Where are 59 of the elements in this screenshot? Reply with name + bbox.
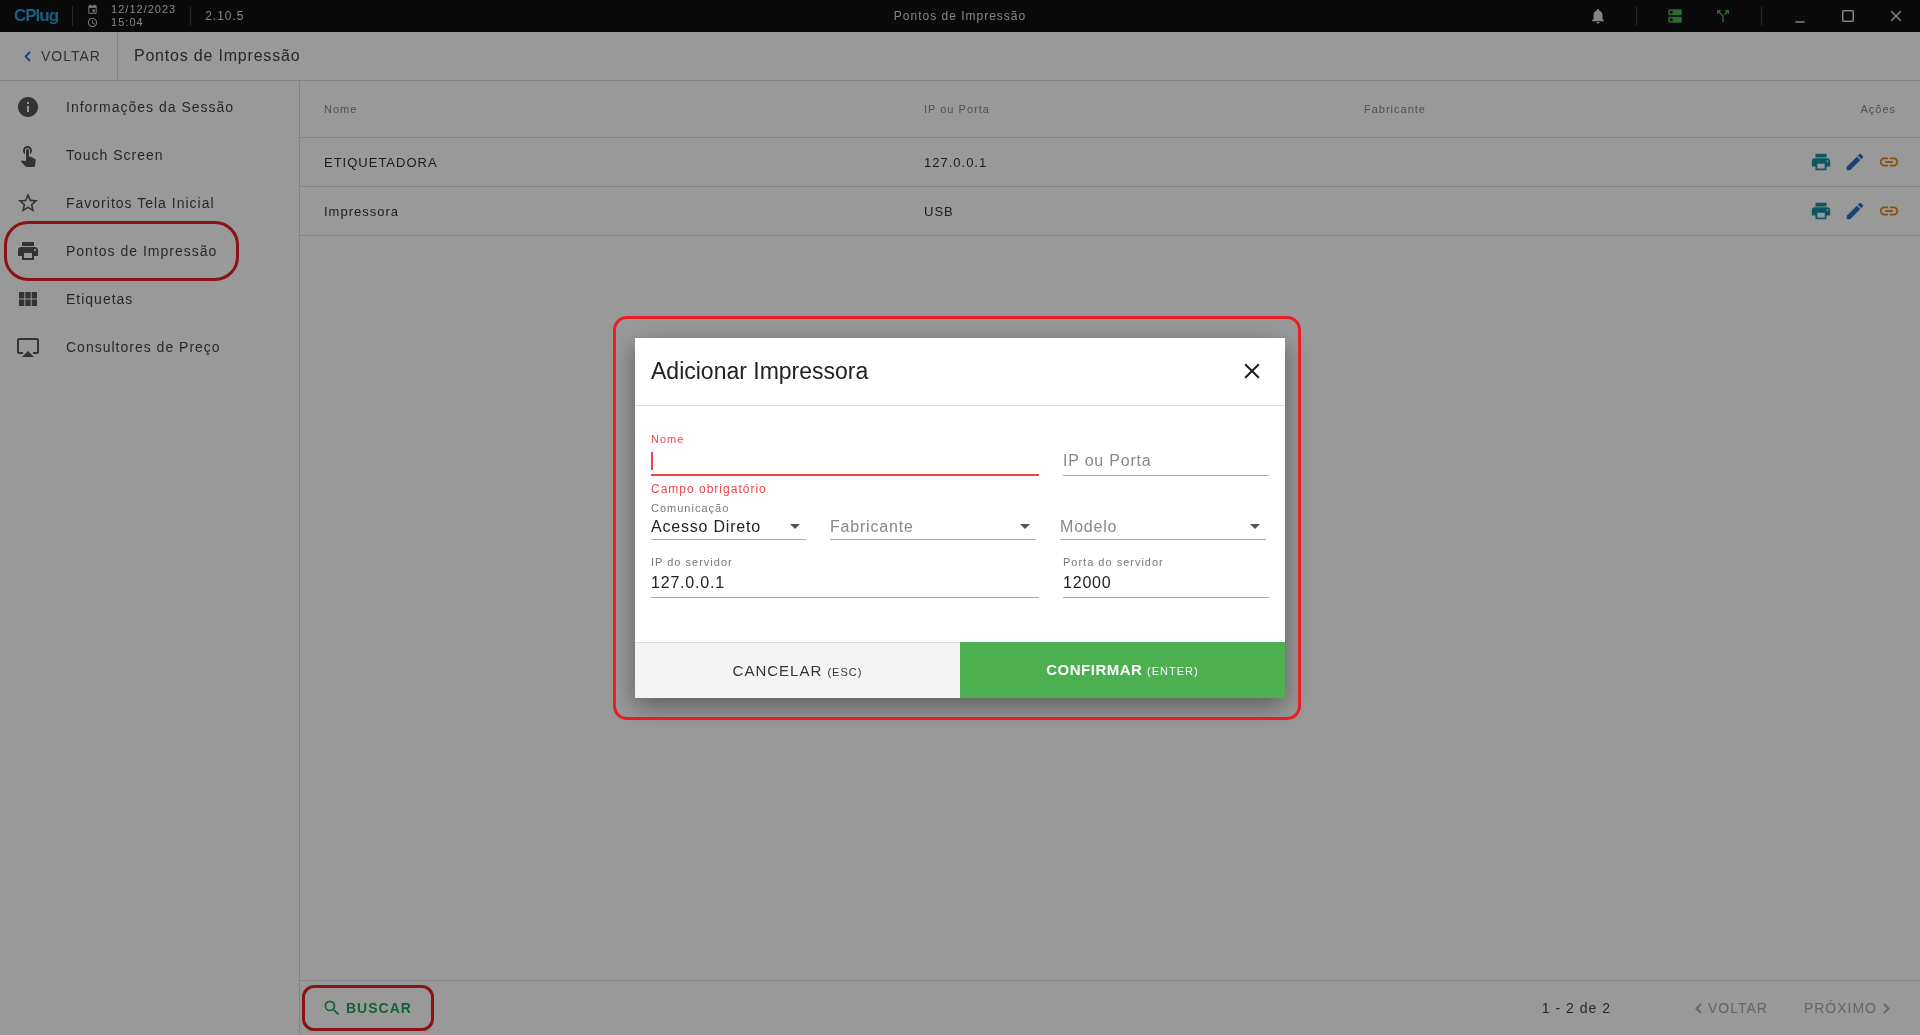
- print-icon[interactable]: [1810, 151, 1832, 173]
- caret-icon: [1020, 524, 1030, 529]
- dropdown-field[interactable]: Comunicação Acesso Direto: [651, 495, 806, 540]
- caret-icon: [790, 524, 800, 529]
- field-label: IP do servidor: [651, 555, 734, 568]
- sidebar-label: Favoritos Tela Inicial: [66, 195, 215, 211]
- back-button[interactable]: VOLTAR: [0, 32, 118, 80]
- printer-icon: [16, 239, 40, 263]
- sidebar-item[interactable]: Consultores de Preço: [0, 323, 299, 371]
- print-icon[interactable]: [1810, 200, 1832, 222]
- sidebar-item[interactable]: Favoritos Tela Inicial: [0, 179, 299, 227]
- chevron-left-icon: [24, 50, 31, 62]
- pagination-range: 1 - 2 de 2: [1541, 1000, 1611, 1016]
- field-label: Nome: [651, 432, 686, 445]
- star-icon: [16, 191, 40, 215]
- info-icon: [16, 95, 40, 119]
- table-cell: 127.0.0.1: [900, 138, 1340, 187]
- column-header: Ações: [1760, 81, 1920, 138]
- dropdown-field[interactable]: Modelo: [1060, 495, 1266, 540]
- ip-field[interactable]: IP ou Porta: [1063, 449, 1269, 476]
- server-port-field[interactable]: 12000: [1063, 571, 1269, 598]
- dialog-title: Adicionar Impressora: [651, 357, 869, 385]
- screen-icon: [16, 335, 40, 359]
- dropdown-field[interactable]: Fabricante: [830, 495, 1036, 540]
- table-cell: Impressora: [300, 187, 900, 236]
- column-header: IP ou Porta: [900, 81, 1340, 138]
- sidebar-label: Consultores de Preço: [66, 339, 221, 355]
- sidebar-item[interactable]: Touch Screen: [0, 131, 299, 179]
- caret-icon: [1250, 524, 1260, 529]
- sidebar-label: Pontos de Impressão: [66, 243, 218, 259]
- sidebar-label: Informações da Sessão: [66, 99, 235, 115]
- app-logo: CPlug: [14, 6, 59, 26]
- table-cell: ETIQUETADORA: [300, 138, 900, 187]
- server-ip-field[interactable]: 127.0.0.1: [651, 571, 1039, 598]
- calendar-icon: [87, 4, 99, 15]
- chevron-right-icon: [1883, 1002, 1890, 1014]
- edit-icon[interactable]: [1844, 151, 1866, 173]
- sidebar-label: Touch Screen: [66, 147, 164, 163]
- search-icon: [322, 998, 342, 1018]
- chevron-left-icon: [1694, 1002, 1702, 1014]
- column-header: Fabricante: [1340, 81, 1760, 138]
- window-title: Pontos de Impressão: [893, 9, 1027, 23]
- page-title: Pontos de Impressão: [133, 47, 301, 65]
- clock-icon: [87, 17, 99, 28]
- text-cursor: [651, 451, 653, 470]
- edit-icon[interactable]: [1844, 200, 1866, 222]
- cancel-button[interactable]: CANCELAR (ESC): [635, 641, 960, 698]
- sidebar-label: Etiquetas: [66, 291, 134, 307]
- field-label: Porta do servidor: [1063, 555, 1165, 568]
- column-header: Nome: [300, 81, 900, 138]
- sidebar-item[interactable]: Informações da Sessão: [0, 83, 299, 131]
- error-text: Campo obrigatório: [651, 481, 768, 496]
- version-text: 2.10.5: [205, 9, 245, 23]
- sidebar-item[interactable]: Etiquetas: [0, 275, 299, 323]
- confirm-button[interactable]: CONFIRMAR (ENTER): [960, 641, 1285, 698]
- sidebar-item[interactable]: Pontos de Impressão: [0, 227, 299, 275]
- date-text: 12/12/2023: [111, 3, 177, 16]
- table-cell: USB: [900, 187, 1340, 236]
- time-text: 15:04: [111, 16, 145, 29]
